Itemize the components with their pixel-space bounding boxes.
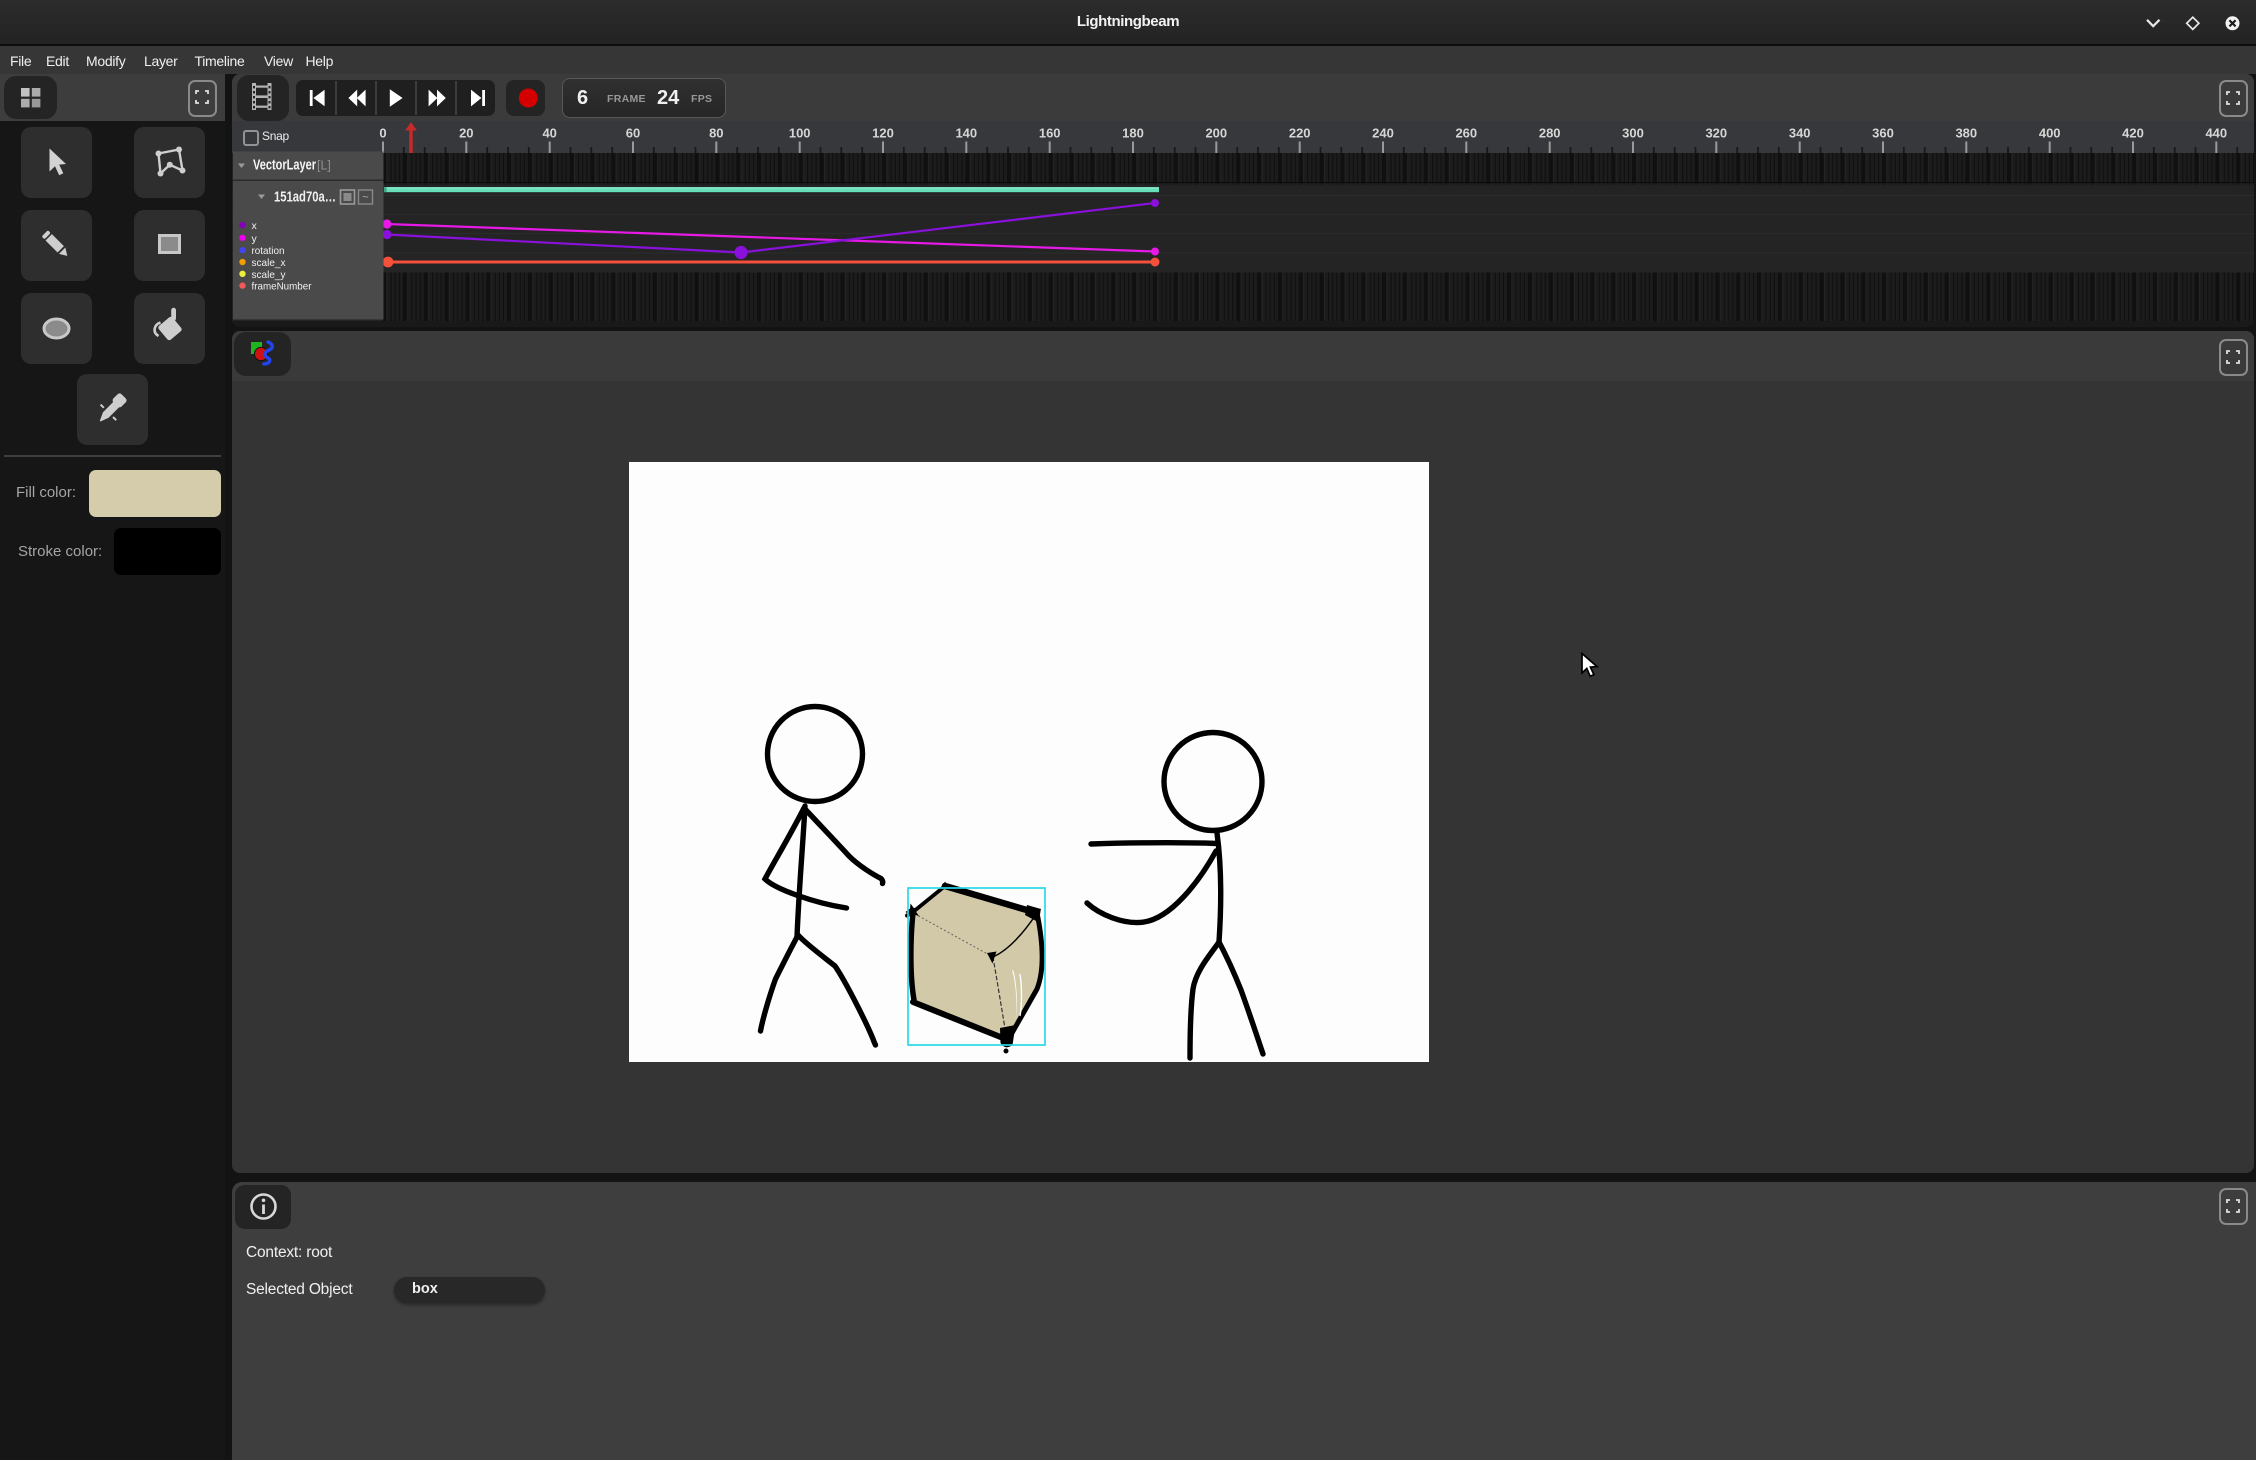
svg-text:200: 200: [1205, 126, 1227, 141]
svg-text:frameNumber: frameNumber: [252, 281, 312, 293]
svg-text:260: 260: [1455, 126, 1477, 141]
svg-text:rotation: rotation: [252, 245, 285, 257]
svg-text:80: 80: [709, 126, 723, 141]
svg-text:360: 360: [1872, 126, 1894, 141]
svg-text:380: 380: [1955, 126, 1977, 141]
svg-text:~: ~: [362, 192, 368, 204]
svg-text:scale_x: scale_x: [252, 257, 287, 269]
svg-text:40: 40: [542, 126, 556, 141]
svg-text:0: 0: [379, 126, 386, 141]
svg-text:400: 400: [2039, 126, 2061, 141]
svg-text:220: 220: [1289, 126, 1311, 141]
svg-text:20: 20: [459, 126, 473, 141]
svg-text:VectorLayer: VectorLayer: [253, 157, 316, 174]
svg-text:420: 420: [2122, 126, 2144, 141]
svg-text:320: 320: [1705, 126, 1727, 141]
svg-text:y: y: [252, 233, 258, 245]
svg-text:280: 280: [1539, 126, 1561, 141]
svg-text:140: 140: [955, 126, 977, 141]
svg-text:240: 240: [1372, 126, 1394, 141]
svg-text:151ad70a…: 151ad70a…: [274, 189, 336, 206]
svg-text:300: 300: [1622, 126, 1644, 141]
svg-text:x: x: [252, 220, 258, 232]
svg-text:120: 120: [872, 126, 894, 141]
svg-text:180: 180: [1122, 126, 1144, 141]
svg-text:scale_y: scale_y: [252, 269, 287, 281]
svg-text:440: 440: [2205, 126, 2227, 141]
svg-text:340: 340: [1789, 126, 1811, 141]
svg-text:[L]: [L]: [317, 159, 331, 173]
svg-text:60: 60: [626, 126, 640, 141]
svg-text:160: 160: [1039, 126, 1061, 141]
svg-text:100: 100: [789, 126, 811, 141]
